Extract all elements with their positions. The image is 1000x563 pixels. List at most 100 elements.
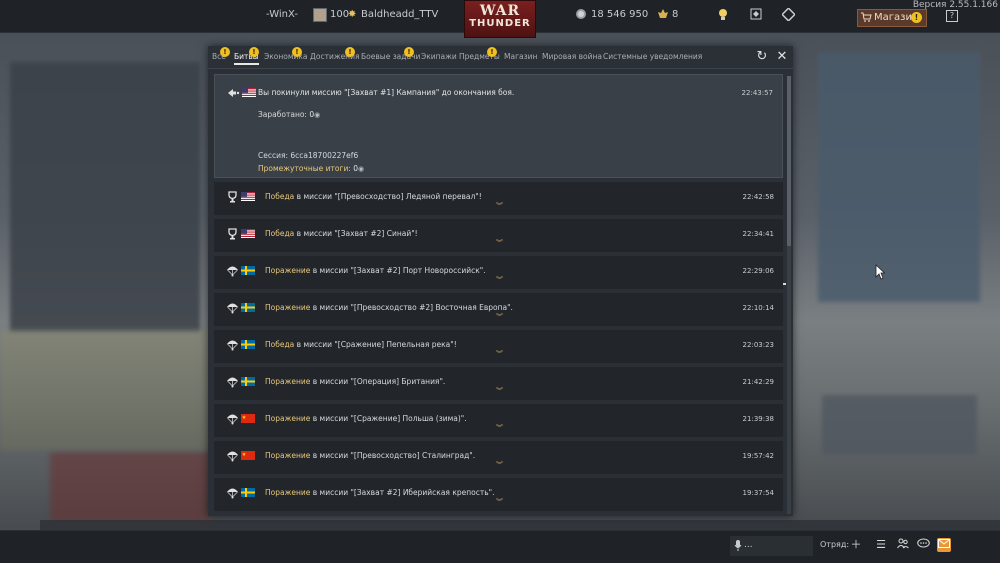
voice-chat-box[interactable]: ... — [730, 536, 813, 556]
tab-battles[interactable]: Битвы! — [234, 47, 259, 65]
parachute-icon — [227, 377, 238, 388]
tab-all-badge: ! — [220, 47, 230, 57]
help-button[interactable]: ? — [946, 10, 958, 22]
expanded-message[interactable]: Вы покинули миссию "[Захват #1] Кампания… — [214, 74, 783, 178]
message-time: 21:39:38 — [742, 415, 774, 423]
session-line: Сессия: 6cca18700227ef6 — [258, 151, 359, 160]
sweden-flag-icon — [241, 488, 255, 497]
message-text: Поражение в миссии "[Превосходство] Стал… — [265, 451, 476, 460]
arrow-icon — [228, 89, 240, 97]
cart-icon — [861, 12, 872, 25]
message-text: Поражение в миссии "[Захват #2] Порт Нов… — [265, 266, 486, 275]
tab-bar: Все! Битвы! Экономика! Достижения! Боевы… — [208, 46, 793, 69]
message-row[interactable]: Победа в миссии "[Сражение] Пепельная ре… — [214, 330, 783, 363]
usa-flag-icon — [241, 192, 255, 201]
shop-warning-badge: ! — [911, 12, 922, 23]
silver-lions-value[interactable]: 18 546 950 — [591, 9, 648, 20]
ticket-icon[interactable] — [781, 7, 796, 24]
add-squad-member-icon[interactable]: ＋ — [849, 538, 863, 552]
chevron-down-icon[interactable]: ︾ — [496, 388, 504, 395]
chevron-down-icon[interactable]: ︾ — [496, 314, 504, 321]
scrollbar[interactable] — [787, 76, 791, 514]
chat-placeholder: ... — [744, 540, 753, 550]
china-flag-icon — [241, 414, 255, 423]
tab-world-war[interactable]: Мировая война — [542, 52, 602, 61]
logo-line2: THUNDER — [469, 18, 531, 29]
chevron-down-icon[interactable]: ︾ — [496, 425, 504, 432]
message-row[interactable]: Победа в миссии "[Захват #2] Синай"! 22:… — [214, 219, 783, 252]
contacts-icon[interactable] — [896, 538, 910, 552]
lightbulb-icon[interactable] — [718, 8, 728, 24]
usa-flag-icon — [241, 229, 255, 238]
message-text: Поражение в миссии "[Захват #2] Иберийск… — [265, 488, 495, 497]
sweden-flag-icon — [241, 340, 255, 349]
message-row[interactable]: Поражение в миссии "[Сражение] Польша (з… — [214, 404, 783, 437]
trophy-icon — [228, 228, 237, 240]
tab-items[interactable]: Предметы! — [459, 47, 500, 61]
tab-crews[interactable]: Экипажи — [421, 52, 457, 61]
tab-economy[interactable]: Экономика! — [264, 47, 308, 61]
message-time: 22:34:41 — [742, 230, 774, 238]
golden-eagles-value[interactable]: 8 — [672, 9, 678, 20]
message-time: 22:42:58 — [742, 193, 774, 201]
message-row[interactable]: Победа в миссии "[Превосходство] Ледяной… — [214, 182, 783, 215]
user-left-label[interactable]: -WinX- — [266, 9, 298, 20]
message-text: Поражение в миссии "[Превосходство #2] В… — [265, 303, 513, 312]
tab-battle-tasks[interactable]: Боевые задачи! — [361, 47, 420, 61]
message-row[interactable]: Поражение в миссии "[Превосходство #2] В… — [214, 293, 783, 326]
sweden-flag-icon — [241, 377, 255, 386]
tab-all[interactable]: Все! — [212, 47, 230, 61]
chevron-down-icon[interactable]: ︾ — [496, 240, 504, 247]
avatar[interactable] — [313, 8, 327, 22]
sweden-flag-icon — [241, 266, 255, 275]
list-icon[interactable]: ☰ — [874, 538, 888, 552]
parachute-icon — [227, 414, 238, 425]
username[interactable]: Baldheadd_TTV — [361, 9, 438, 20]
chevron-down-icon[interactable]: ︾ — [496, 462, 504, 469]
war-thunder-logo[interactable]: WAR THUNDER — [464, 0, 536, 38]
diamond-icon[interactable] — [750, 8, 762, 23]
chat-bubble-icon[interactable] — [916, 538, 930, 552]
rank-star-icon: ✸ — [348, 9, 357, 20]
message-time: 19:37:54 — [742, 489, 774, 497]
message-text: Победа в миссии "[Захват #2] Синай"! — [265, 229, 418, 238]
scrollbar-thumb[interactable] — [787, 76, 791, 246]
chevron-down-icon[interactable]: ︾ — [496, 499, 504, 506]
message-row[interactable]: Поражение в миссии "[Превосходство] Стал… — [214, 441, 783, 474]
chevron-down-icon[interactable]: ︾ — [496, 203, 504, 210]
tab-system-notifications[interactable]: Системные уведомления — [603, 52, 702, 61]
refresh-icon[interactable]: ↻ — [755, 50, 769, 64]
earned-line: Заработано: 0◉ — [258, 110, 321, 119]
message-row[interactable]: Поражение в миссии "[Захват #2] Иберийск… — [214, 478, 783, 511]
tab-battle-tasks-badge: ! — [404, 47, 414, 57]
trophy-icon — [228, 191, 237, 203]
parachute-icon — [227, 451, 238, 462]
expanded-message-text: Вы покинули миссию "[Захват #1] Кампания… — [258, 88, 515, 97]
intermediate-results-line: Промежуточные итоги: 0◉ — [258, 164, 365, 173]
message-time: 21:42:29 — [742, 378, 774, 386]
tab-shop[interactable]: Магазин — [504, 52, 537, 61]
tab-achievements[interactable]: Достижения! — [310, 47, 359, 61]
parachute-icon — [227, 488, 238, 499]
message-row[interactable]: Поражение в миссии "[Захват #2] Порт Нов… — [214, 256, 783, 289]
squad-label: Отряд: — [820, 540, 850, 549]
golden-eagles-icon — [657, 8, 669, 23]
chevron-down-icon[interactable]: ︾ — [496, 351, 504, 358]
notifications-panel: Все! Битвы! Экономика! Достижения! Боевы… — [208, 46, 793, 516]
message-text: Победа в миссии "[Превосходство] Ледяной… — [265, 192, 482, 201]
parachute-icon — [227, 266, 238, 277]
rank-value: 100 — [330, 9, 350, 20]
message-row[interactable]: Поражение в миссии "[Операция] Британия"… — [214, 367, 783, 400]
tab-achievements-badge: ! — [345, 47, 355, 57]
chevron-down-icon[interactable]: ︾ — [496, 277, 504, 284]
message-icons — [227, 88, 259, 100]
mail-notification-icon[interactable] — [937, 538, 951, 552]
tab-battles-badge: ! — [249, 47, 259, 57]
message-time: 22:10:14 — [742, 304, 774, 312]
microphone-icon — [734, 540, 742, 554]
message-list: Вы покинули миссию "[Захват #1] Кампания… — [214, 74, 786, 512]
message-text: Победа в миссии "[Сражение] Пепельная ре… — [265, 340, 457, 349]
message-time: 22:03:23 — [742, 341, 774, 349]
usa-flag-icon — [242, 88, 256, 97]
close-icon[interactable]: ✕ — [775, 50, 789, 64]
